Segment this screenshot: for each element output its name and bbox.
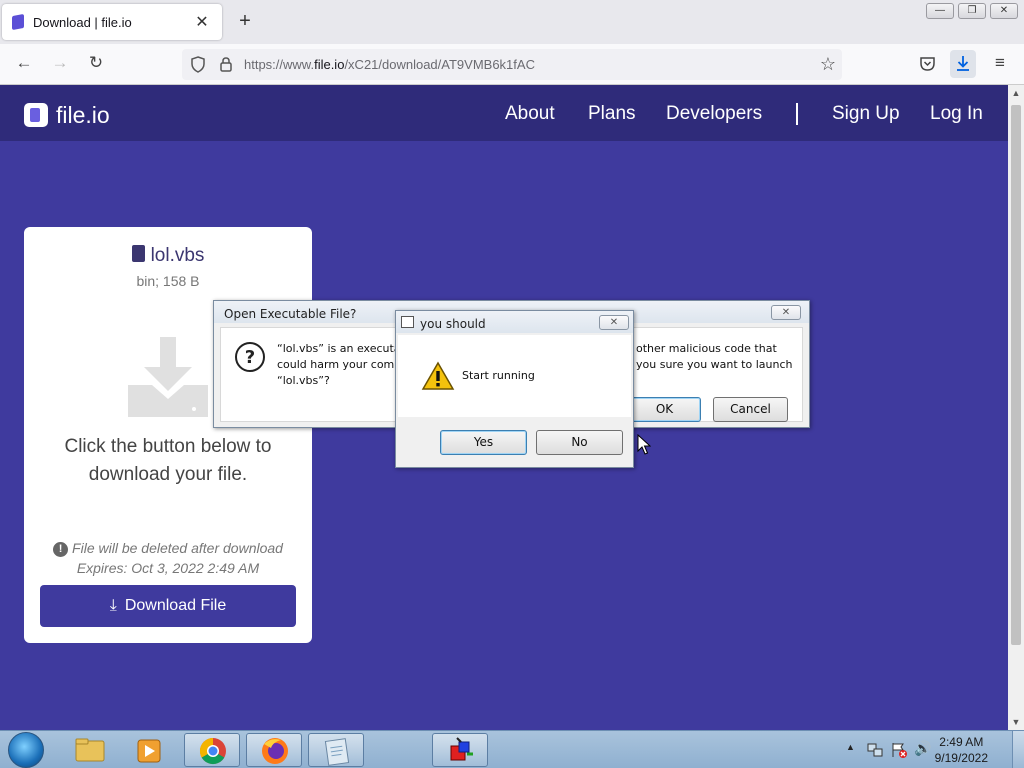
warning-icon (421, 361, 455, 390)
tab-title: Download | file.io (33, 14, 132, 30)
scroll-thumb[interactable] (1011, 105, 1021, 645)
taskbar-chrome[interactable] (184, 733, 240, 767)
taskbar-firefox[interactable] (246, 733, 302, 767)
page-scrollbar[interactable]: ▲ ▼ (1008, 85, 1024, 730)
dialog-close-button[interactable]: ✕ (771, 305, 801, 320)
msg-text: Start running (462, 369, 535, 382)
taskbar-notepad[interactable] (308, 733, 364, 767)
download-arrow-icon (957, 56, 969, 71)
system-clock[interactable]: 2:49 AM 9/19/2022 (935, 734, 988, 766)
nav-divider (796, 103, 798, 125)
back-arrow-icon[interactable]: ← (13, 53, 35, 73)
show-hidden-icons[interactable]: ▲ (846, 742, 855, 752)
action-center-icon[interactable] (890, 741, 908, 759)
chrome-icon (199, 737, 226, 765)
windows-taskbar: ▲ 🔊 2:49 AM 9/19/2022 (0, 730, 1024, 768)
nav-about[interactable]: About (505, 103, 555, 125)
restore-button[interactable]: ❐ (958, 3, 986, 19)
download-file-button[interactable]: ⤓ Download File (40, 585, 296, 627)
file-name: lol.vbs (24, 245, 312, 267)
yes-button[interactable]: Yes (440, 430, 527, 455)
you-should-dialog: you should ✕ Start running Yes No (395, 310, 634, 468)
tracking-shield-icon[interactable] (190, 56, 206, 73)
tab-close-icon[interactable]: ✕ (192, 12, 212, 32)
expiry-note: ! File will be deleted after download Exp… (24, 538, 312, 578)
no-button[interactable]: No (536, 430, 623, 455)
address-bar[interactable]: https://www.file.io/xC21/download/AT9VMB… (182, 49, 842, 80)
nav-developers[interactable]: Developers (666, 103, 762, 125)
download-icon: ⤓ (109, 597, 117, 614)
close-window-button[interactable]: ✕ (990, 3, 1018, 19)
question-icon: ? (235, 342, 265, 372)
download-large-icon (128, 337, 208, 417)
msg-title-bar: you should (396, 311, 633, 333)
nav-log-in[interactable]: Log In (930, 103, 983, 125)
site-header: file.io About Plans Developers Sign Up L… (0, 85, 1008, 141)
bookmark-star-icon[interactable]: ☆ (820, 54, 836, 75)
svg-text:?: ? (245, 347, 255, 368)
nav-sign-up[interactable]: Sign Up (832, 103, 900, 125)
taskbar-explorer[interactable] (62, 733, 118, 767)
file-icon (131, 245, 145, 262)
cancel-button[interactable]: Cancel (713, 397, 788, 422)
volume-icon[interactable]: 🔊 (914, 740, 931, 757)
ok-button[interactable]: OK (628, 397, 701, 422)
show-desktop-button[interactable] (1012, 731, 1024, 768)
download-instruction: Click the button below to download your … (64, 436, 272, 485)
nav-plans[interactable]: Plans (588, 103, 636, 125)
lock-icon[interactable] (219, 56, 233, 73)
reload-icon[interactable]: ↻ (85, 53, 107, 73)
scroll-down-icon[interactable]: ▼ (1008, 717, 1024, 727)
notepad-icon (324, 738, 350, 766)
hamburger-menu-icon[interactable]: ≡ (989, 53, 1011, 73)
taskbar-media-player[interactable] (122, 733, 178, 767)
forward-arrow-icon[interactable]: → (49, 53, 71, 73)
browser-nav-bar: ← → ↻ https://www.file.io/xC21/download/… (0, 44, 1024, 85)
downloads-button[interactable] (950, 50, 976, 78)
window-app-icon (401, 316, 414, 328)
window-controls: — ❐ ✕ (926, 3, 1018, 19)
folder-icon (75, 738, 105, 762)
browser-tab-bar: Download | file.io ✕ + — ❐ ✕ (0, 0, 1024, 44)
dialog-message-left: “lol.vbs” is an executab could harm your… (277, 342, 408, 387)
mouse-cursor-icon (637, 434, 651, 455)
info-icon: ! (53, 542, 69, 557)
minimize-button[interactable]: — (926, 3, 954, 19)
network-icon[interactable] (866, 741, 884, 759)
firefox-icon (262, 738, 288, 764)
browser-tab[interactable]: Download | file.io ✕ (2, 4, 222, 40)
start-button[interactable] (8, 732, 44, 768)
dialog-message-right: other malicious code that you sure you w… (636, 342, 793, 371)
scroll-up-icon[interactable]: ▲ (1008, 88, 1024, 98)
taskbar-script-host[interactable] (432, 733, 488, 767)
download-card: lol.vbs bin; 158 B Click the button belo… (24, 227, 312, 643)
fileio-favicon-icon (12, 13, 24, 31)
pocket-icon[interactable] (919, 56, 936, 72)
url-text: https://www.file.io/xC21/download/AT9VMB… (244, 57, 535, 72)
fileio-logo-icon[interactable] (24, 103, 48, 127)
media-player-icon (137, 739, 161, 763)
site-logo-text[interactable]: file.io (56, 102, 110, 129)
new-tab-button[interactable]: + (234, 10, 256, 33)
file-meta: bin; 158 B (136, 273, 200, 289)
script-host-icon (450, 737, 473, 761)
msg-close-button[interactable]: ✕ (599, 315, 629, 330)
